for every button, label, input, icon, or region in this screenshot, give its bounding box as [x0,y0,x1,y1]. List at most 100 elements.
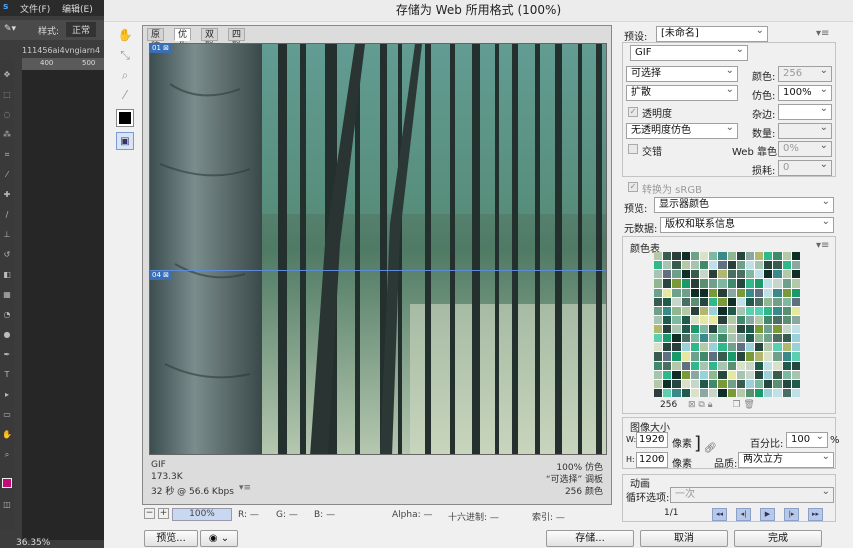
color-swatch[interactable] [773,334,782,343]
color-swatch[interactable] [654,343,663,352]
color-swatch[interactable] [755,270,764,279]
color-swatch[interactable] [672,388,681,397]
color-swatch[interactable] [709,343,718,352]
metadata-select[interactable]: 版权和联系信息 [660,217,834,233]
color-swatch[interactable] [773,297,782,306]
transparency-checkbox[interactable]: ✓ [628,107,638,117]
color-swatch[interactable] [764,361,773,370]
color-swatch[interactable] [663,279,672,288]
color-swatch[interactable] [755,288,764,297]
color-swatch[interactable] [745,306,755,315]
color-swatch[interactable] [755,343,764,352]
color-swatch[interactable] [782,279,791,288]
color-swatch[interactable] [727,252,736,261]
color-swatch[interactable] [709,297,718,306]
color-swatch[interactable] [773,343,782,352]
color-swatch[interactable] [718,315,727,324]
color-swatch[interactable] [672,306,681,315]
color-swatch[interactable] [709,279,718,288]
eyedropper-icon[interactable]: ⁄ [116,86,134,104]
transparency-dither-select[interactable]: 无透明度仿色 [626,123,738,139]
color-swatch[interactable] [672,297,681,306]
prev-frame-button[interactable]: ◂| [736,508,751,521]
color-swatch[interactable] [709,370,718,379]
color-swatch[interactable] [773,379,782,388]
color-swatch[interactable] [718,361,727,370]
color-swatch[interactable] [690,252,699,261]
color-swatch[interactable] [764,352,773,361]
color-swatch[interactable] [791,279,800,288]
dodge-tool-icon[interactable]: ● [2,330,12,340]
shape-tool-icon[interactable]: ▭ [2,410,12,420]
color-swatch[interactable] [699,252,709,261]
color-swatch[interactable] [681,343,690,352]
color-swatch[interactable] [699,352,709,361]
path-select-icon[interactable]: ▸ [2,390,12,400]
color-swatch[interactable] [773,370,782,379]
tab-4up[interactable]: 四联 [228,28,246,52]
color-swatch[interactable] [663,261,672,270]
color-swatch[interactable] [736,343,745,352]
color-swatch[interactable] [755,361,764,370]
color-swatch[interactable] [773,388,782,397]
hand-tool-icon[interactable]: ✋ [116,26,134,44]
color-swatch[interactable] [773,288,782,297]
color-swatch[interactable] [699,370,709,379]
gradient-tool-icon[interactable]: ▦ [2,290,12,300]
color-swatch[interactable] [745,370,755,379]
height-field[interactable]: 1200 [636,452,668,468]
next-frame-button[interactable]: |▸ [784,508,799,521]
color-swatch[interactable] [782,370,791,379]
color-swatch[interactable] [791,306,800,315]
color-swatch[interactable] [755,379,764,388]
color-swatch[interactable] [791,334,800,343]
color-swatch[interactable] [663,270,672,279]
color-swatch[interactable] [764,288,773,297]
color-swatch[interactable] [709,334,718,343]
color-swatch[interactable] [699,388,709,397]
color-swatch[interactable] [736,379,745,388]
color-swatch[interactable] [718,288,727,297]
last-frame-button[interactable]: ▸▸ [808,508,823,521]
color-swatch[interactable] [690,343,699,352]
color-swatch[interactable] [727,325,736,334]
color-swatch[interactable] [699,325,709,334]
interlaced-checkbox[interactable] [628,144,638,154]
color-swatch[interactable] [791,379,800,388]
color-swatch[interactable] [791,388,800,397]
menu-file[interactable]: 文件(F) [20,2,50,15]
color-swatch[interactable] [709,388,718,397]
color-swatch[interactable] [764,279,773,288]
tab-original[interactable]: 原稿 [147,28,165,52]
color-swatch[interactable] [727,370,736,379]
color-swatch[interactable] [736,334,745,343]
color-swatch[interactable] [718,252,727,261]
color-swatch[interactable] [773,315,782,324]
color-swatch[interactable] [654,325,663,334]
color-swatch[interactable] [690,388,699,397]
color-swatch[interactable] [764,370,773,379]
color-swatch[interactable] [672,370,681,379]
web-snap-field[interactable]: 0% [778,141,832,157]
matte-select[interactable] [778,104,832,120]
color-swatch[interactable] [782,352,791,361]
color-swatch[interactable] [709,252,718,261]
color-swatch[interactable] [727,379,736,388]
color-swatch[interactable] [745,270,755,279]
color-swatch[interactable] [709,288,718,297]
color-swatch[interactable] [773,325,782,334]
zoom-out-button[interactable]: − [144,508,155,519]
percent-field[interactable]: 100 [786,432,828,448]
hand-tool-icon[interactable]: ✋ [2,430,12,440]
color-swatch[interactable] [745,325,755,334]
eyedropper-color-swatch[interactable] [116,109,134,127]
dither-field[interactable]: 100% [778,85,832,101]
color-swatch[interactable] [654,306,663,315]
color-swatch[interactable] [663,297,672,306]
color-swatch[interactable] [718,279,727,288]
color-swatch[interactable] [718,343,727,352]
color-swatch[interactable] [681,279,690,288]
first-frame-button[interactable]: ◂◂ [712,508,727,521]
color-swatch[interactable] [699,361,709,370]
color-swatch[interactable] [681,270,690,279]
